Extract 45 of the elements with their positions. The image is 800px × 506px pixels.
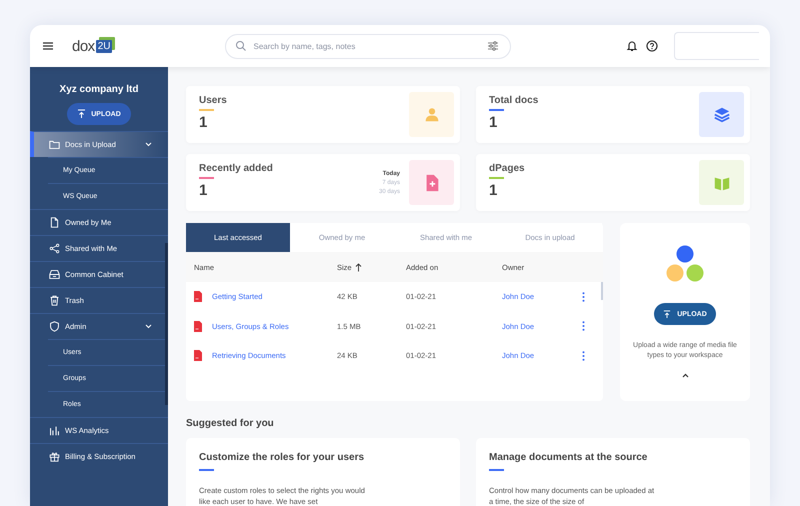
collapse-icon[interactable] <box>682 373 688 378</box>
sidebar-item-icon <box>49 321 60 332</box>
bell-icon[interactable] <box>626 40 638 52</box>
sidebar-item-icon <box>49 425 60 436</box>
stat-value: 1 <box>199 114 208 131</box>
sidebar-item-icon <box>49 217 60 228</box>
more-icon[interactable] <box>582 350 585 361</box>
logo: dox 2U <box>72 38 112 54</box>
search-icon <box>235 40 248 52</box>
search-field[interactable]: Search by name, tags, notes <box>225 34 512 58</box>
help-icon[interactable] <box>646 40 658 52</box>
stat-value: 1 <box>199 182 208 199</box>
stat-label: Total docs <box>489 95 540 106</box>
more-icon[interactable] <box>582 292 585 302</box>
scrollbar[interactable] <box>601 282 603 300</box>
stat-label: dPages <box>489 163 526 174</box>
sidebar-item-icon <box>49 269 60 280</box>
sidebar-item-icon <box>49 139 60 150</box>
upload-icon <box>77 109 86 119</box>
sidebar-item-icon <box>49 451 60 462</box>
pdf-file-icon <box>194 291 202 302</box>
stat-label: Users <box>199 95 228 106</box>
sidebar-item-icon <box>49 295 60 306</box>
scrollbar[interactable] <box>165 243 168 405</box>
stat-icon <box>712 106 730 124</box>
filter-icon[interactable] <box>487 40 500 52</box>
card-title: Customize the roles for your users <box>199 452 366 463</box>
section-title: Suggested for you <box>186 418 275 429</box>
upload-icon <box>663 310 672 318</box>
stat-icon <box>422 106 440 124</box>
accent-line <box>489 469 504 471</box>
more-icon[interactable] <box>582 321 585 332</box>
pdf-file-icon <box>194 350 202 362</box>
pdf-file-icon <box>194 320 202 332</box>
chevron-icon[interactable] <box>145 324 152 329</box>
sort-arrow-icon <box>354 262 362 272</box>
stat-label: Recently added <box>199 163 274 174</box>
menu-icon[interactable] <box>42 41 54 51</box>
stat-value: 1 <box>489 114 498 131</box>
chevron-icon[interactable] <box>145 142 152 147</box>
card-title: Manage documents at the source <box>489 452 648 463</box>
sidebar-item-icon <box>49 243 60 254</box>
stat-value: 1 <box>489 182 498 199</box>
company-name: Xyz company ltd <box>58 84 140 95</box>
accent-line <box>199 469 214 471</box>
